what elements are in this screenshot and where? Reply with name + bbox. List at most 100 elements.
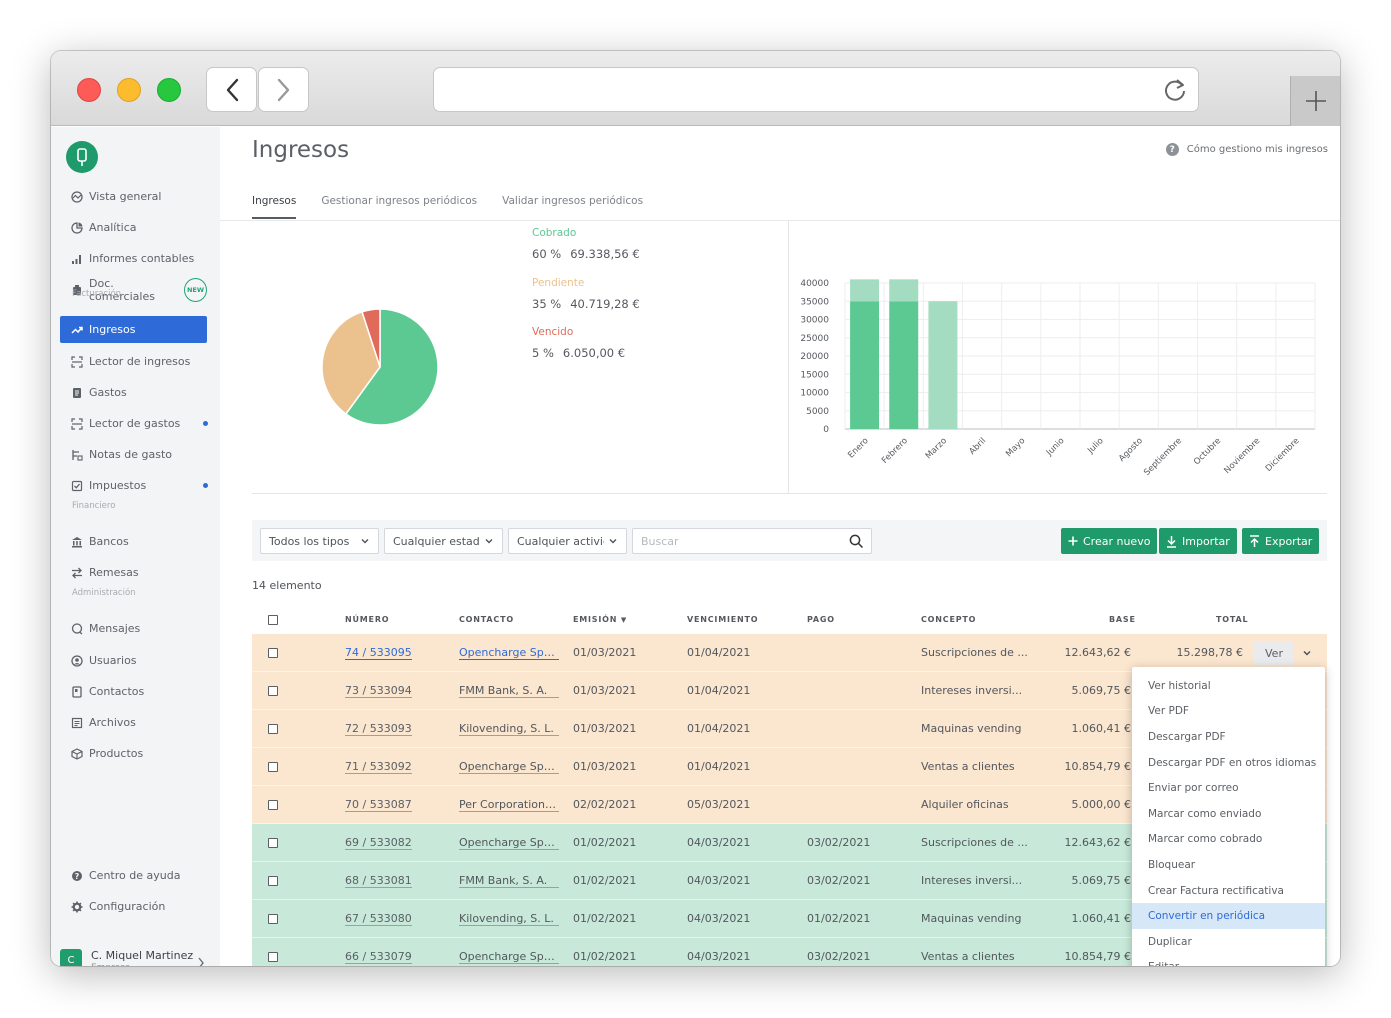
contact-link[interactable]: FMM Bank, S. A.: [459, 684, 559, 698]
column-number[interactable]: NÚMERO: [345, 615, 389, 624]
column-base[interactable]: BASE: [1109, 615, 1136, 624]
sidebar-item-lector-de-ingresos[interactable]: Lector de ingresos: [60, 348, 207, 375]
menu-item-duplicar[interactable]: Duplicar: [1132, 929, 1325, 955]
y-tick-label: 35000: [800, 297, 829, 307]
select-all-checkbox[interactable]: [268, 615, 278, 625]
forward-button[interactable]: [258, 67, 309, 112]
sidebar-item-vista-general[interactable]: Vista general: [60, 183, 207, 210]
contact-link[interactable]: Kilovending, S. L.: [459, 912, 559, 926]
row-checkbox[interactable]: [268, 914, 278, 924]
sidebar-item-remesas[interactable]: Remesas: [60, 559, 207, 586]
minimize-window-button[interactable]: [117, 78, 141, 102]
sidebar-item-archivos[interactable]: Archivos: [60, 709, 207, 736]
base-amount: 1.060,41 €: [1071, 912, 1131, 925]
menu-item-enviar-por-correo[interactable]: Enviar por correo: [1132, 775, 1325, 801]
tab-ingresos[interactable]: Ingresos: [252, 195, 297, 219]
export-button[interactable]: Exportar: [1242, 528, 1320, 554]
user-profile[interactable]: C C. Miquel Martinez Empresa: [60, 949, 210, 966]
import-button[interactable]: Importar: [1159, 528, 1237, 554]
chevron-right-icon: [198, 957, 204, 966]
contact-link[interactable]: Kilovending, S. L.: [459, 722, 559, 736]
concept: Suscripciones de ...: [921, 646, 1028, 659]
question-icon: ?: [1165, 143, 1179, 156]
contact-link[interactable]: Opencharge Spai...: [459, 760, 559, 774]
row-checkbox[interactable]: [268, 724, 278, 734]
menu-item-bloquear[interactable]: Bloquear: [1132, 852, 1325, 878]
sidebar-item-usuarios[interactable]: Usuarios: [60, 647, 207, 674]
sidebar-item-ingresos[interactable]: Ingresos: [60, 316, 207, 343]
sidebar-item-informes-contables[interactable]: Informes contables: [60, 245, 207, 272]
close-window-button[interactable]: [77, 78, 101, 102]
invoice-number-link[interactable]: 74 / 533095: [345, 646, 412, 660]
invoice-number-link[interactable]: 72 / 533093: [345, 722, 412, 736]
row-checkbox[interactable]: [268, 762, 278, 772]
sidebar-item-analitica[interactable]: Analítica: [60, 214, 207, 241]
maximize-window-button[interactable]: [157, 78, 181, 102]
app-logo[interactable]: [66, 141, 98, 173]
create-new-button[interactable]: Crear nuevo: [1061, 528, 1158, 554]
invoice-number-link[interactable]: 73 / 533094: [345, 684, 412, 698]
sidebar-item-bancos[interactable]: Bancos: [60, 528, 207, 555]
sidebar-item-configuracion[interactable]: Configuración: [60, 893, 207, 920]
contact-link[interactable]: Per Corporation, ...: [459, 798, 559, 812]
table-header: NÚMERO CONTACTO EMISIÓN ▼ VENCIMIENTO PA…: [252, 607, 1327, 633]
menu-item-ver-historial[interactable]: Ver historial: [1132, 673, 1325, 699]
contact-link[interactable]: Opencharge Spai...: [459, 836, 559, 850]
search-placeholder: Buscar: [641, 534, 679, 548]
sidebar-item-centro-de-ayuda[interactable]: ? Centro de ayuda: [60, 862, 207, 889]
sidebar-item-mensajes[interactable]: Mensajes: [60, 615, 207, 642]
address-bar[interactable]: [433, 67, 1199, 112]
invoice-number-link[interactable]: 69 / 533082: [345, 836, 412, 850]
menu-item-descargar-pdf-en-otros-idiomas[interactable]: Descargar PDF en otros idiomas: [1132, 750, 1325, 776]
sidebar-item-productos[interactable]: Productos: [60, 740, 207, 767]
row-checkbox[interactable]: [268, 952, 278, 962]
row-checkbox[interactable]: [268, 686, 278, 696]
menu-item-marcar-como-enviado[interactable]: Marcar como enviado: [1132, 801, 1325, 827]
row-checkbox[interactable]: [268, 648, 278, 658]
column-concept[interactable]: CONCEPTO: [921, 615, 976, 624]
sidebar-item-notas-de-gasto[interactable]: Notas de gasto: [60, 441, 207, 468]
type-filter-select[interactable]: Todos los tipos: [260, 528, 379, 554]
row-checkbox[interactable]: [268, 838, 278, 848]
row-checkbox[interactable]: [268, 800, 278, 810]
tab-periodic-validation[interactable]: Validar ingresos periódicos: [502, 195, 643, 219]
legend-percent: 35 %: [532, 297, 562, 311]
menu-item-convertir-en-periodica[interactable]: Convertir en periódica: [1132, 903, 1325, 929]
menu-item-marcar-como-cobrado[interactable]: Marcar como cobrado: [1132, 827, 1325, 853]
back-button[interactable]: [206, 67, 257, 112]
menu-item-crear-factura-rectificativa[interactable]: Crear Factura rectificativa: [1132, 878, 1325, 904]
invoice-number-link[interactable]: 66 / 533079: [345, 950, 412, 964]
legend-amount: 40.719,28 €: [570, 297, 640, 311]
row-checkbox[interactable]: [268, 876, 278, 886]
chevron-down-icon[interactable]: [1302, 648, 1312, 658]
status-filter-select[interactable]: Cualquier estado: [384, 528, 503, 554]
new-tab-button[interactable]: [1290, 76, 1340, 126]
menu-item-editar[interactable]: Editar: [1132, 955, 1325, 966]
invoice-number-link[interactable]: 71 / 533092: [345, 760, 412, 774]
invoice-number-link[interactable]: 70 / 533087: [345, 798, 412, 812]
contact-link[interactable]: Opencharge Spai...: [459, 950, 559, 964]
tab-periodic-management[interactable]: Gestionar ingresos periódicos: [321, 195, 477, 219]
legend-values: 60 % 69.338,56 €: [532, 247, 640, 261]
column-contact[interactable]: CONTACTO: [459, 615, 514, 624]
search-input[interactable]: Buscar: [632, 528, 872, 554]
sidebar-item-contactos[interactable]: Contactos: [60, 678, 207, 705]
column-due[interactable]: VENCIMIENTO: [687, 615, 758, 624]
view-button[interactable]: Ver: [1254, 641, 1294, 665]
search-icon[interactable]: [849, 534, 864, 549]
help-link[interactable]: ? Cómo gestiono mis ingresos: [1165, 143, 1328, 156]
column-issued[interactable]: EMISIÓN ▼: [573, 615, 627, 624]
contact-link[interactable]: FMM Bank, S. A.: [459, 874, 559, 888]
sidebar-item-impuestos[interactable]: Impuestos: [60, 472, 208, 499]
activity-filter-select[interactable]: Cualquier actividad: [508, 528, 627, 554]
column-paid[interactable]: PAGO: [807, 615, 835, 624]
menu-item-ver-pdf[interactable]: Ver PDF: [1132, 699, 1325, 725]
sidebar-item-lector-de-gastos[interactable]: Lector de gastos: [60, 410, 208, 437]
invoice-number-link[interactable]: 67 / 533080: [345, 912, 412, 926]
invoice-number-link[interactable]: 68 / 533081: [345, 874, 412, 888]
contact-link[interactable]: Opencharge Spai...: [459, 646, 559, 660]
column-total[interactable]: TOTAL: [1216, 615, 1248, 624]
menu-item-descargar-pdf[interactable]: Descargar PDF: [1132, 724, 1325, 750]
sidebar-item-gastos[interactable]: Gastos: [60, 379, 207, 406]
reload-icon[interactable]: [1162, 77, 1188, 103]
